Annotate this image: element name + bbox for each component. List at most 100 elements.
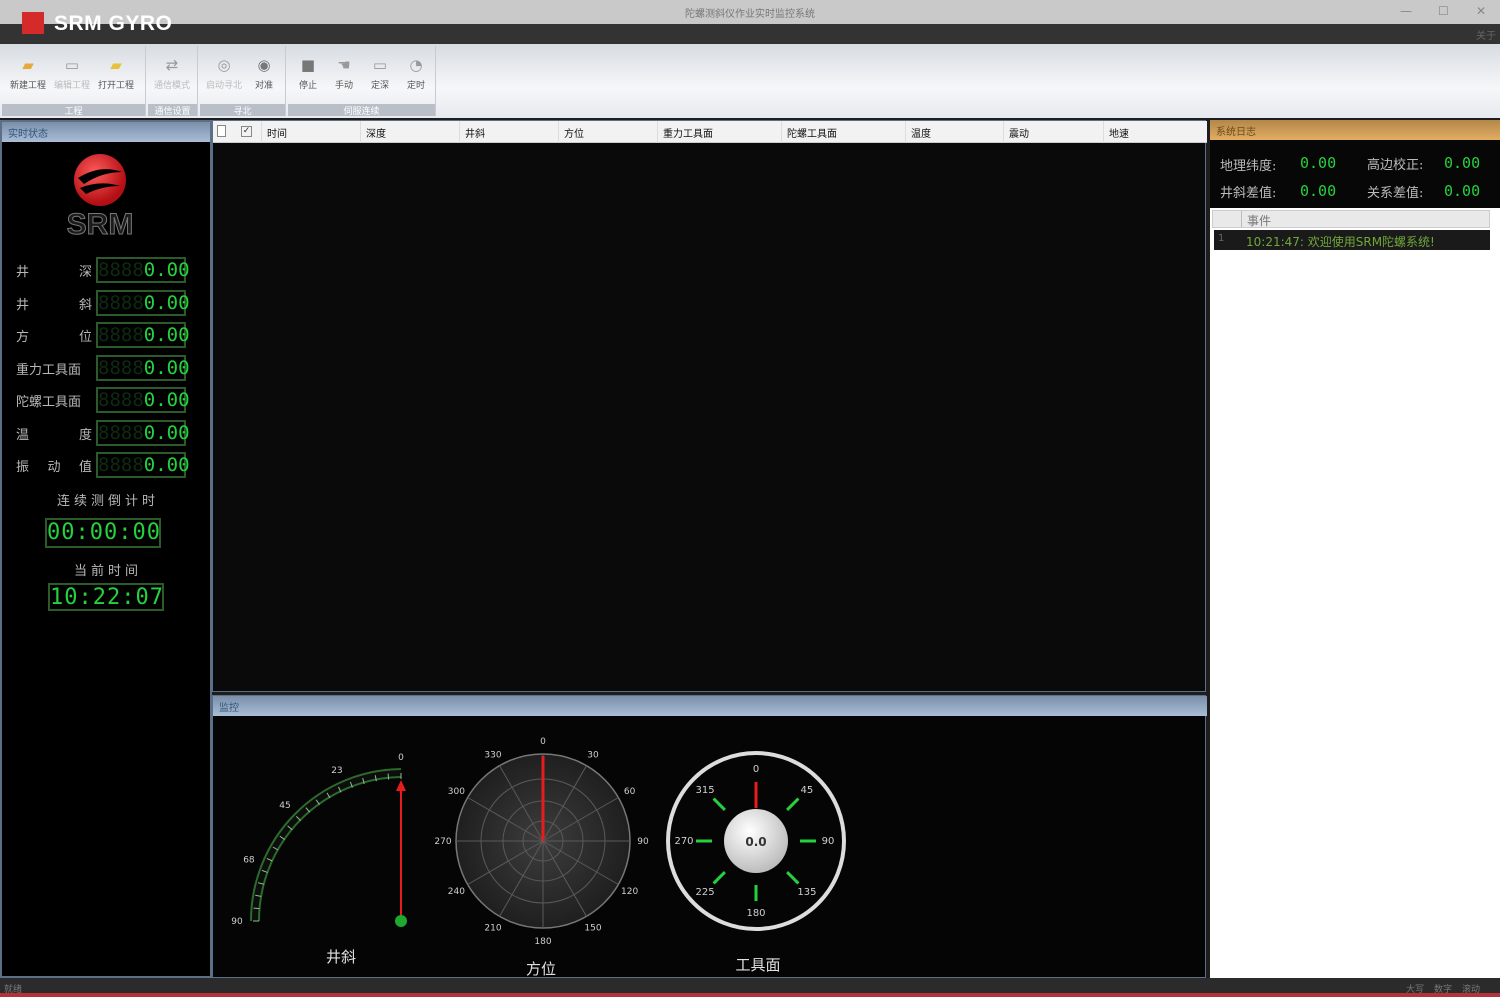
start-north-button[interactable]: ◎ 启动寻北 [206, 52, 242, 100]
realtime-row-label: 井斜 [16, 294, 92, 313]
close-icon[interactable]: ✕ [1476, 4, 1486, 18]
fixed-depth-button[interactable]: ▭ 定深 [362, 52, 398, 100]
status-num: 数字 [1434, 985, 1453, 995]
grid-column-header[interactable]: 深度 [366, 125, 386, 140]
lcd-ghost-digits: 8888 [98, 291, 144, 314]
new-project-button[interactable]: ▰ 新建工程 [10, 52, 46, 100]
grid-column-header[interactable]: 陀螺工具面 [787, 125, 837, 140]
folder-icon: ▰ [110, 56, 122, 74]
inclination-tick-label: 90 [231, 917, 243, 927]
maximize-icon[interactable]: ☐ [1438, 4, 1449, 18]
window-title: 陀螺测斜仪作业实时监控系统 [685, 9, 815, 20]
toolface-label: 工具面 [735, 956, 780, 974]
brand-name: SRM GYRO [54, 12, 173, 35]
azimuth-tick-label: 180 [534, 937, 551, 947]
realtime-row-label: 方位 [16, 326, 92, 345]
align-button[interactable]: ◉ 对准 [246, 52, 282, 100]
event-row[interactable]: 1 10:21:47: 欢迎使用SRM陀螺系统! [1214, 230, 1490, 250]
monitor-panel: 监控 0 23 45 68 90 井斜 0 30 60 90 120 150 180 210 240 27… [212, 695, 1207, 978]
ribbon-group-servo: ■ 停止 ☚ 手动 ▭ 定深 ◔ 定时 伺服连续 [288, 46, 436, 117]
realtime-row-value: 88880.00 [96, 354, 190, 381]
label-part: 井 [16, 297, 30, 313]
status-bar: 就绪 大写 数字 滚动 [0, 978, 1500, 997]
label-part: 斜 [78, 297, 92, 313]
realtime-panel: 实时状态 SRM 连续测倒计时 00:00:00 当前时间 10:22:07 井… [0, 120, 212, 978]
target-icon: ◉ [257, 56, 271, 74]
inclination-gauge: 0 23 45 68 90 井斜 [231, 753, 407, 966]
azimuth-label: 方位 [526, 960, 556, 978]
lcd-value: 0.00 [143, 421, 190, 444]
needle-pivot [395, 915, 407, 927]
realtime-row-value: 88880.00 [96, 289, 190, 316]
toolface-center-value: 0.0 [745, 835, 766, 849]
data-grid[interactable]: ✓ 时间 深度 井斜 方位 重力工具面 陀螺工具面 温度 震动 地速 [212, 120, 1207, 692]
grid-column-header[interactable]: 温度 [911, 125, 931, 140]
azimuth-tick-label: 330 [484, 750, 501, 760]
label-part: 井 [16, 265, 30, 280]
incl-diff-value: 0.00 [1300, 182, 1337, 200]
ribbon-group-label: 寻北 [200, 104, 285, 117]
event-index: 1 [1218, 233, 1225, 244]
realtime-row-value: 88880.00 [96, 257, 190, 283]
event-column-header: 事件 [1247, 214, 1272, 228]
fixed-time-button[interactable]: ◔ 定时 [398, 52, 434, 100]
comm-icon: ⇄ [165, 56, 179, 74]
event-table-header: 事件 [1212, 210, 1490, 228]
menu-bar: 关于 [0, 24, 1500, 44]
compass-icon: ◎ [217, 56, 231, 74]
realtime-row-label: 温度 [16, 424, 92, 443]
ribbon-group-project: ▰ 新建工程 ▭ 编辑工程 ▰ 打开工程 工程 [2, 46, 146, 117]
incl-diff-label: 井斜差值: [1220, 186, 1277, 201]
lcd-ghost-digits: 8888 [98, 421, 144, 444]
inclination-tick [253, 907, 260, 910]
system-log-header: 系统日志 [1210, 120, 1500, 140]
ribbon-group-comm: ⇄ 通信模式 通信设置 [148, 46, 198, 117]
toolface-tick-label: 45 [801, 785, 814, 796]
lcd-ghost-digits: 8888 [98, 356, 144, 379]
status-scroll: 滚动 [1462, 985, 1481, 995]
label-part: 动 [47, 460, 61, 475]
lcd-ghost-digits: 8888 [98, 389, 144, 411]
lcd-value: 0.00 [143, 259, 190, 281]
grid-column-header[interactable]: 井斜 [465, 125, 485, 140]
page-icon[interactable] [217, 125, 226, 137]
checkbox-icon[interactable]: ✓ [241, 126, 252, 137]
label-part: 温 [16, 427, 30, 443]
gauges-svg: 0 23 45 68 90 井斜 0 30 60 90 120 150 180 210 240 270 30… [231, 737, 846, 978]
grid-column-header[interactable]: 震动 [1009, 125, 1029, 140]
minimize-icon[interactable]: — [1400, 4, 1412, 18]
azimuth-tick-label: 60 [624, 787, 636, 797]
label-part: 位 [78, 330, 92, 345]
new-project-icon: ▰ [22, 56, 34, 74]
edit-project-button[interactable]: ▭ 编辑工程 [54, 52, 90, 100]
azimuth-tick-label: 270 [434, 837, 451, 847]
stop-button[interactable]: ■ 停止 [290, 52, 326, 100]
azimuth-tick-label: 150 [584, 924, 601, 934]
ribbon-group-label: 通信设置 [148, 104, 197, 117]
lcd-ghost-digits: 8888 [98, 259, 144, 281]
menu-about[interactable]: 关于 [1476, 27, 1496, 42]
rel-diff-value: 0.00 [1444, 182, 1481, 200]
comm-mode-button[interactable]: ⇄ 通信模式 [154, 52, 190, 100]
inclination-tick-label: 0 [398, 753, 404, 763]
realtime-row-value: 88880.00 [96, 419, 190, 446]
grid-header: ✓ 时间 深度 井斜 方位 重力工具面 陀螺工具面 温度 震动 地速 [213, 121, 1207, 143]
grid-column-header[interactable]: 时间 [267, 125, 287, 140]
manual-button[interactable]: ☚ 手动 [326, 52, 362, 100]
azimuth-gauge: 0 30 60 90 120 150 180 210 240 270 300 330 方位 [434, 737, 649, 978]
brand-logo-icon [22, 12, 44, 34]
geo-lat-value: 0.00 [1300, 154, 1337, 172]
azimuth-tick-label: 120 [621, 887, 638, 897]
lcd-ghost-digits: 8888 [98, 324, 144, 346]
grid-column-header[interactable]: 地速 [1109, 125, 1129, 140]
lcd-value: 0.00 [143, 291, 190, 314]
realtime-row-value: 88880.00 [96, 452, 190, 478]
toolface-gauge: 0 45 90 135 180 225 270 315 0.0 工具面 [666, 751, 846, 974]
open-project-button[interactable]: ▰ 打开工程 [98, 52, 134, 100]
label-part: 值 [78, 460, 92, 475]
grid-column-header[interactable]: 方位 [564, 125, 584, 140]
grid-column-header[interactable]: 重力工具面 [663, 125, 713, 140]
label-part: 方 [16, 330, 30, 345]
toolface-tick-label: 225 [696, 887, 715, 898]
toolface-tick-label: 180 [746, 908, 765, 919]
